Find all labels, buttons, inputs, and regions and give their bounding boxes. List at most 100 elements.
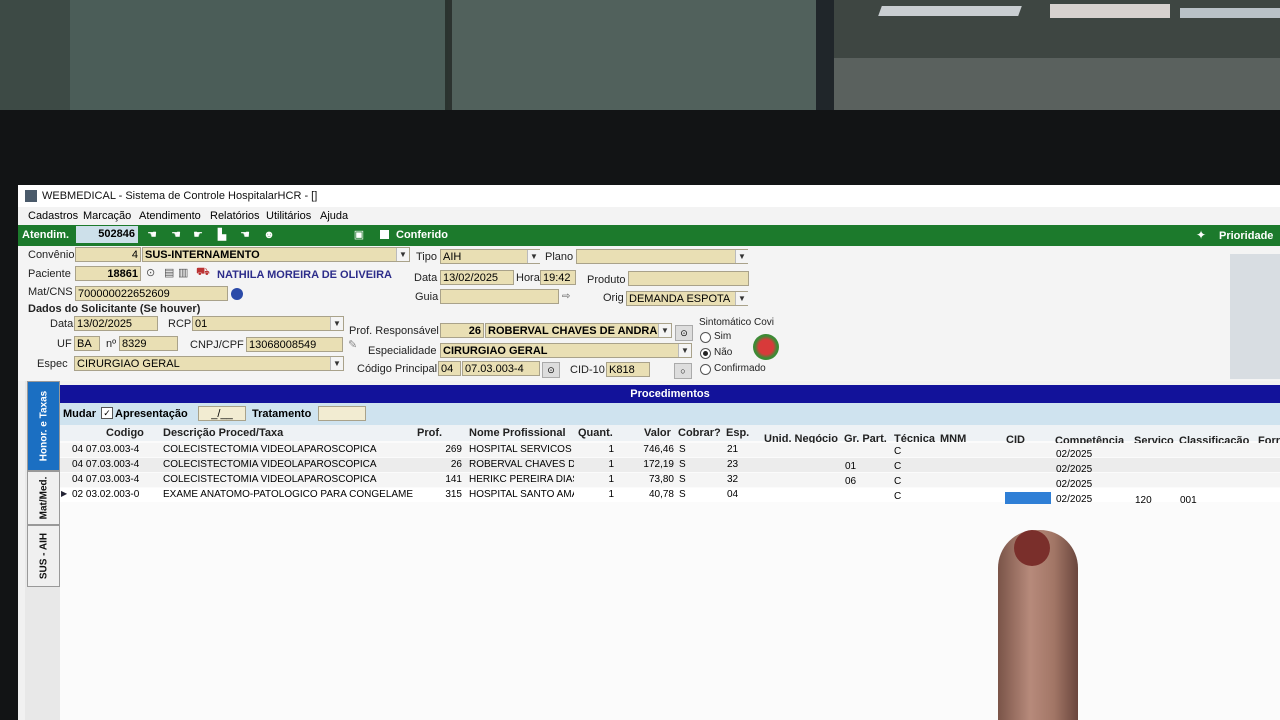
search-icon[interactable]: ○ — [674, 363, 692, 379]
calculator-icon[interactable]: ▣ — [351, 228, 367, 242]
tipo-select[interactable]: AIH — [440, 249, 540, 264]
tratamento-field[interactable] — [318, 406, 366, 421]
cod-principal-label: Código Principal — [357, 363, 438, 375]
tab-sus-aih[interactable]: SUS - AIH — [27, 525, 60, 587]
chart-icon[interactable]: ▙ — [214, 228, 230, 242]
sol-data-field[interactable]: 13/02/2025 — [74, 316, 158, 331]
hora-field[interactable]: 19:42 — [540, 270, 576, 285]
prioridade-label[interactable]: Prioridade — [1219, 230, 1273, 242]
rcp-select[interactable]: 01 — [192, 316, 344, 331]
edit-icon[interactable]: ✎ — [348, 338, 357, 351]
cell-codigo: 04 07.03.003-4 — [72, 444, 140, 455]
hora-label: Hora — [516, 272, 540, 284]
chevron-down-icon[interactable]: ▼ — [527, 250, 540, 263]
uf-field[interactable]: BA — [74, 336, 100, 351]
cid10-label: CID-10 — [570, 364, 605, 376]
binoculars-icon[interactable]: ⊙ — [146, 266, 155, 279]
col-codigo[interactable]: Codigo — [106, 427, 144, 439]
ambulance-icon[interactable]: ⛟ — [196, 266, 210, 280]
table-row[interactable]: 04 07.03.003-4 COLECISTECTOMIA VIDEOLAPA… — [60, 473, 1280, 490]
menu-ajuda[interactable]: Ajuda — [320, 210, 348, 222]
numero-field[interactable]: 8329 — [119, 336, 178, 351]
table-row-selected[interactable]: ▶ 02 03.02.003-0 EXAME ANATOMO-PATOLOGIC… — [60, 488, 1280, 506]
col-nome-profissional[interactable]: Nome Profissional — [469, 427, 566, 439]
cid10-field[interactable]: K818 — [606, 362, 650, 377]
back-hand-icon[interactable]: ☚ — [144, 228, 160, 242]
menu-cadastros[interactable]: Cadastros — [28, 210, 78, 222]
cell-descricao: COLECISTECTOMIA VIDEOLAPAROSCOPICA — [163, 474, 377, 485]
person-icon[interactable]: ☻ — [261, 228, 277, 242]
table-row[interactable]: 04 07.03.003-4 COLECISTECTOMIA VIDEOLAPA… — [60, 443, 1280, 460]
procedimentos-options: Mudar ✓ Apresentação _/__ Tratamento — [60, 403, 1280, 425]
prof-resp-name-field[interactable]: ROBERVAL CHAVES DE ANDRA — [485, 323, 672, 338]
paciente-label: Paciente — [28, 268, 71, 280]
atendimento-label: Atendim. — [22, 229, 70, 241]
espec-label: Espec — [37, 358, 68, 370]
produto-field[interactable] — [628, 271, 749, 286]
cod-principal-group-field[interactable]: 04 — [438, 361, 461, 376]
person-add-icon[interactable]: ☛ — [190, 228, 206, 242]
document-icon[interactable]: ▤ — [164, 266, 174, 279]
table-row[interactable]: 04 07.03.003-4 COLECISTECTOMIA VIDEOLAPA… — [60, 458, 1280, 475]
col-descricao[interactable]: Descrição Proced/Taxa — [163, 427, 283, 439]
plano-select[interactable] — [576, 249, 748, 264]
paciente-code-field[interactable]: 18861 — [75, 266, 141, 281]
background-cabinet — [452, 0, 820, 112]
convenio-name-field[interactable]: SUS-INTERNAMENTO — [142, 247, 410, 262]
chevron-down-icon[interactable]: ▼ — [330, 317, 343, 330]
col-cobrar[interactable]: Cobrar? — [678, 427, 721, 439]
cell-quant: 1 — [608, 474, 614, 485]
orig-select[interactable]: DEMANDA ESPOTA — [626, 291, 748, 306]
menu-marcacao[interactable]: Marcação — [83, 210, 131, 222]
back-hand-icon[interactable]: ☚ — [168, 228, 184, 242]
chevron-down-icon[interactable]: ▼ — [658, 324, 671, 337]
link-icon[interactable]: ⇨ — [562, 291, 570, 302]
printer-icon[interactable]: ▥ — [178, 266, 188, 279]
covid-sim-radio[interactable] — [700, 332, 711, 343]
covid-nao-radio[interactable] — [700, 348, 711, 359]
chevron-down-icon[interactable]: ▼ — [678, 344, 691, 357]
espec-select[interactable]: CIRURGIAO GERAL — [74, 356, 344, 371]
tab-mat-med[interactable]: Mat/Med. — [27, 471, 60, 525]
cell-prof: 315 — [445, 489, 462, 500]
chevron-down-icon[interactable]: ▼ — [330, 357, 343, 370]
menu-utilitarios[interactable]: Utilitários — [266, 210, 311, 222]
chevron-down-icon[interactable]: ▼ — [735, 250, 748, 263]
back-hand-icon[interactable]: ☚ — [237, 228, 253, 242]
chevron-down-icon[interactable]: ▼ — [735, 292, 748, 305]
guia-field[interactable] — [440, 289, 559, 304]
especialidade-select[interactable]: CIRURGIAO GERAL — [440, 343, 692, 358]
col-prof[interactable]: Prof. — [417, 427, 442, 439]
binoculars-icon[interactable]: ⊙ — [675, 325, 693, 341]
menu-relatorios[interactable]: Relatórios — [210, 210, 260, 222]
matcns-field[interactable]: 700000022652609 — [75, 286, 228, 301]
apresentacao-field[interactable]: _/__ — [198, 406, 246, 421]
prof-resp-code-field[interactable]: 26 — [440, 323, 484, 338]
convenio-code-field[interactable]: 4 — [75, 247, 141, 262]
prof-resp-label: Prof. Responsável — [349, 325, 439, 337]
sol-data-label: Data — [50, 318, 74, 330]
covid-confirmado-radio[interactable] — [700, 364, 711, 375]
conferido-checkbox[interactable] — [380, 230, 389, 239]
cell-cid-selected[interactable] — [1005, 492, 1051, 504]
atendimento-field[interactable]: 502846 — [76, 226, 138, 243]
tab-honor-taxas[interactable]: Honor. e Taxas — [27, 381, 60, 471]
app-window: WEBMEDICAL - Sistema de Controle Hospita… — [18, 185, 1280, 720]
convenio-label: Convênio — [28, 249, 75, 261]
data-label: Data — [414, 272, 438, 284]
cnpj-field[interactable]: 13068008549 — [246, 337, 343, 352]
menu-atendimento[interactable]: Atendimento — [139, 210, 201, 222]
col-esp[interactable]: Esp. — [726, 427, 749, 439]
binoculars-icon[interactable]: ⊙ — [542, 362, 560, 378]
fingernail — [1014, 530, 1050, 566]
cod-principal-field[interactable]: 07.03.003-4 — [462, 361, 540, 376]
uf-label: UF — [57, 338, 72, 350]
data-field[interactable]: 13/02/2025 — [440, 270, 514, 285]
chevron-down-icon[interactable]: ▼ — [396, 248, 409, 261]
globe-icon[interactable] — [231, 288, 243, 300]
cell-esp: 21 — [727, 444, 739, 455]
apresentacao-checkbox[interactable]: ✓ — [101, 407, 113, 419]
col-valor[interactable]: Valor — [644, 427, 671, 439]
col-quant[interactable]: Quant. — [578, 427, 613, 439]
cell-esp: 32 — [727, 474, 739, 485]
